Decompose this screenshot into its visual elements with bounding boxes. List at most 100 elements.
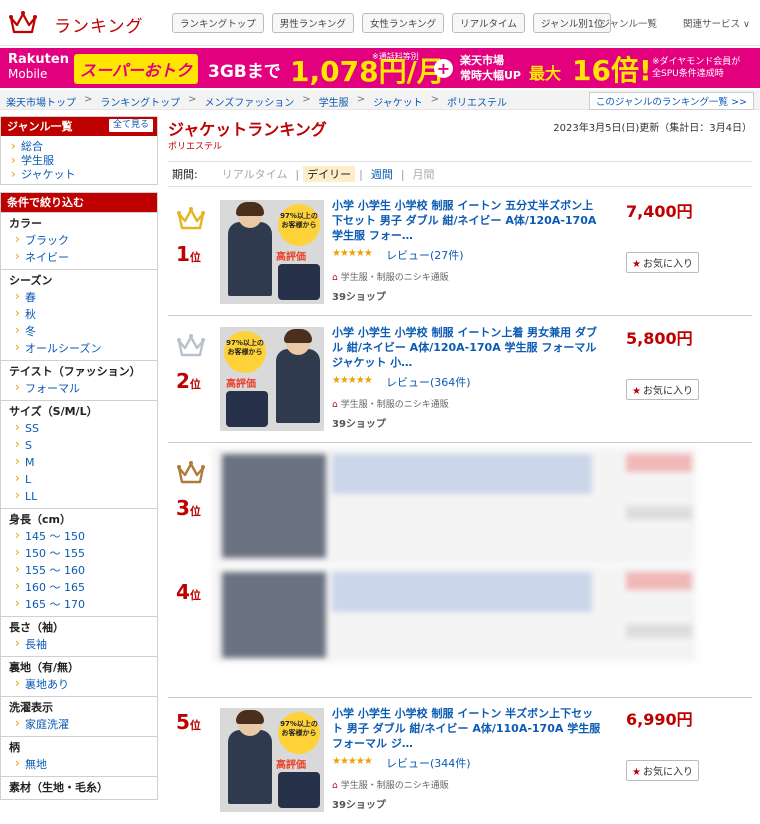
nav-realtime[interactable]: リアルタイム <box>452 13 525 33</box>
banner-mobile-line2: Mobile <box>8 67 48 81</box>
shop-house-icon: ⌂ <box>332 400 338 410</box>
shop-name-text: 学生服・制服のニシキ通販 <box>340 273 449 283</box>
filter-option[interactable]: SS <box>13 419 157 437</box>
breadcrumb-list: 楽天市場トップ > ランキングトップ > メンズファッション > 学生服 > ジャケット… <box>6 94 507 109</box>
filter-option[interactable]: LL <box>13 487 157 505</box>
product-price: 5,800円 <box>626 329 693 348</box>
rating-stars-icon: ★★★★★ <box>332 756 373 767</box>
filter-section: 長さ（袖）長袖 <box>1 616 157 656</box>
banner-price: 1,078円/月 <box>290 55 445 88</box>
filter-option[interactable]: 無地 <box>13 755 157 773</box>
rating-stars-icon: ★★★★★ <box>332 375 373 386</box>
blurred-thumb <box>222 572 326 658</box>
filter-option[interactable]: 145 ～ 150 <box>13 527 157 545</box>
blurred-price <box>626 454 692 472</box>
period-daily[interactable]: デイリー <box>303 166 356 182</box>
promo-banner[interactable]: Rakuten Mobile スーパーおトク 3GBまで 1,078円/月 ※通… <box>0 48 760 88</box>
genre-item[interactable]: 学生服 <box>9 153 157 168</box>
filter-option[interactable]: 165 ～ 170 <box>13 595 157 613</box>
favorite-button[interactable]: ★ お気に入り <box>626 760 699 781</box>
product-image[interactable]: 97%以上のお客様から 高評価 <box>220 200 324 304</box>
product-title[interactable]: 小学 小学生 小学校 制服 イートン 半ズボン上下セット 男子 ダブル 紺/ネイ… <box>332 706 602 751</box>
rank-suffix: 位 <box>189 378 201 391</box>
filter-option[interactable]: ネイビー <box>13 248 157 266</box>
filter-option[interactable]: ブラック <box>13 231 157 249</box>
product-title[interactable]: 小学 小学生 小学校 制服 イートン上着 男女兼用 ダブル 紺/ネイビー A体/… <box>332 325 602 370</box>
filter-option[interactable]: オールシーズン <box>13 339 157 357</box>
favorite-button[interactable]: ★ お気に入り <box>626 379 699 400</box>
review-badge: 97%以上のお客様から <box>224 331 266 373</box>
genre-item[interactable]: ジャケット <box>9 167 157 182</box>
shop-name[interactable]: ⌂ 学生服・制服のニシキ通販 <box>332 397 449 410</box>
page-title: ジャケットランキング <box>168 120 327 139</box>
period-divider: | <box>295 167 300 181</box>
filter-option[interactable]: 家庭洗濯 <box>13 715 157 733</box>
shop-name-text: 学生服・制服のニシキ通販 <box>340 400 449 410</box>
rank-suffix: 位 <box>189 251 201 264</box>
filter-option[interactable]: 150 ～ 155 <box>13 544 157 562</box>
genre-box: ジャンル一覧 全て見る 総合 学生服 ジャケット <box>0 116 158 185</box>
logo-text[interactable]: ランキング <box>54 12 144 37</box>
filter-option[interactable]: L <box>13 470 157 488</box>
jacket-figure <box>278 264 320 300</box>
bronze-crown-icon <box>177 461 205 484</box>
rank-suffix: 位 <box>189 589 201 602</box>
genre-ranking-list-button[interactable]: このジャンルのランキング一覧 >> <box>588 92 754 110</box>
filter-option[interactable]: フォーマル <box>13 379 157 397</box>
filter-box-header: 条件で絞り込む <box>1 193 157 212</box>
jacket-figure <box>226 391 268 427</box>
rank-value: 1 <box>176 242 190 266</box>
review-link[interactable]: レビュー(27件) <box>386 247 464 263</box>
breadcrumb-item[interactable]: メンズファッション <box>204 94 294 109</box>
shop-house-icon: ⌂ <box>332 273 338 283</box>
blurred-item <box>212 566 696 662</box>
filter-option[interactable]: 春 <box>13 288 157 306</box>
filter-option[interactable]: M <box>13 453 157 471</box>
genre-item[interactable]: 総合 <box>9 139 157 154</box>
nav-ranking-top[interactable]: ランキングトップ <box>172 13 264 33</box>
banner-max: 最大 <box>529 64 562 83</box>
breadcrumb-item[interactable]: 楽天市場トップ <box>6 94 76 109</box>
breadcrumb-item[interactable]: ジャケット <box>373 94 423 109</box>
breadcrumb-item[interactable]: ランキングトップ <box>100 94 180 109</box>
shop-name[interactable]: ⌂ 学生服・制服のニシキ通販 <box>332 270 449 283</box>
filter-option[interactable]: 冬 <box>13 322 157 340</box>
see-all-button[interactable]: 全て見る <box>108 119 153 132</box>
product-image[interactable]: 97%以上のお客様から 高評価 <box>220 708 324 812</box>
shop-name[interactable]: ⌂ 学生服・制服のニシキ通販 <box>332 778 449 791</box>
filter-option[interactable]: 秋 <box>13 305 157 323</box>
blurred-price <box>626 572 692 590</box>
genre-list-link[interactable]: ジャンル一覧 <box>600 16 657 30</box>
crown-logo-icon[interactable] <box>8 10 38 36</box>
period-realtime[interactable]: リアルタイム <box>214 166 296 182</box>
review-link[interactable]: レビュー(344件) <box>386 755 471 771</box>
banner-ichiba-line2: 常時大幅UP <box>460 69 521 82</box>
nav-female-ranking[interactable]: 女性ランキング <box>361 13 445 33</box>
product-title[interactable]: 小学 小学生 小学校 制服 イートン 五分丈半ズボン上下セット 男子 ダブル 紺… <box>332 198 602 243</box>
review-link[interactable]: レビュー(364件) <box>386 374 471 390</box>
favorite-button[interactable]: ★ お気に入り <box>626 252 699 273</box>
filter-option[interactable]: S <box>13 436 157 454</box>
filter-option[interactable]: 155 ～ 160 <box>13 561 157 579</box>
filter-section-title: 洗濯表示 <box>9 701 53 714</box>
breadcrumb-item[interactable]: ポリエステル <box>447 94 507 109</box>
filter-section: 裏地（有/無）裏地あり <box>1 656 157 696</box>
product-image[interactable]: 97%以上のお客様から 高評価 <box>220 327 324 431</box>
period-monthly[interactable]: 月間 <box>405 166 443 182</box>
review-badge: 97%以上のお客様から <box>278 204 320 246</box>
breadcrumb-item[interactable]: 学生服 <box>319 94 349 109</box>
favorite-label: お気に入り <box>642 767 693 778</box>
rank-suffix: 位 <box>189 719 201 732</box>
kid-hair <box>236 710 264 724</box>
ranking-item: 5位 97%以上のお客様から 高評価 小学 小学生 小学校 制服 イートン 半ズ… <box>168 698 752 824</box>
filter-option[interactable]: 160 ～ 165 <box>13 578 157 596</box>
product-price: 7,400円 <box>626 202 693 221</box>
filter-option[interactable]: 裏地あり <box>13 675 157 693</box>
breadcrumb: 楽天市場トップ > ランキングトップ > メンズファッション > 学生服 > ジャケット… <box>0 90 760 110</box>
period-weekly[interactable]: 週間 <box>363 166 401 182</box>
related-services-dropdown[interactable]: 関連サービス ∨ <box>683 16 750 30</box>
filter-section-title: 身長（cm） <box>9 513 71 526</box>
filter-option[interactable]: 長袖 <box>13 635 157 653</box>
nav-male-ranking[interactable]: 男性ランキング <box>271 13 354 33</box>
rank-number: 1位 <box>176 242 201 266</box>
